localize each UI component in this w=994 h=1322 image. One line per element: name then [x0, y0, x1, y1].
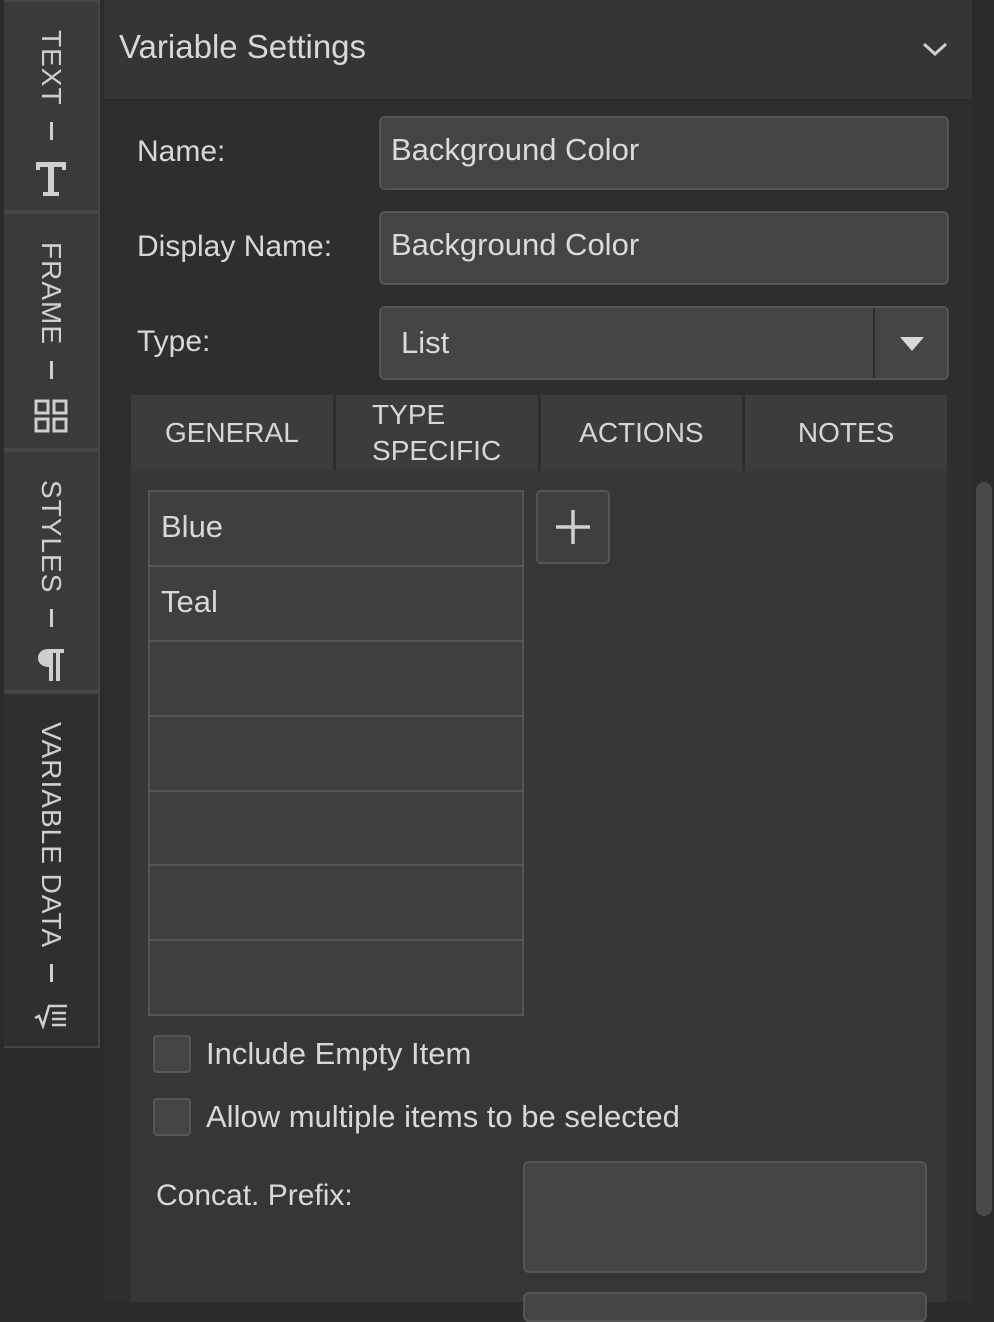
- side-tab-variable-data-label: VARIABLE DATA: [36, 722, 67, 949]
- type-label: Type:: [137, 325, 211, 358]
- text-icon: [34, 160, 68, 198]
- separator: [49, 964, 53, 983]
- side-tab-frame-label: FRAME: [36, 242, 67, 345]
- type-select[interactable]: List: [379, 306, 949, 380]
- concat-prefix-label: Concat. Prefix:: [156, 1179, 353, 1212]
- tab-type-specific-line2: SPECIFIC: [372, 435, 502, 466]
- variable-settings-header[interactable]: Variable Settings: [104, 0, 972, 100]
- list-item[interactable]: [150, 866, 522, 942]
- tab-general-label: GENERAL: [164, 417, 299, 448]
- add-item-button[interactable]: [536, 490, 610, 564]
- scrollbar-thumb[interactable]: [976, 482, 992, 1216]
- tab-actions[interactable]: ACTIONS: [541, 395, 746, 471]
- side-tab-text-label: TEXT: [36, 30, 67, 106]
- tab-type-specific[interactable]: TYPE SPECIFIC: [335, 395, 541, 471]
- separator: [49, 121, 53, 140]
- list-item[interactable]: [150, 717, 522, 792]
- type-specific-content: Blue Teal Include Empty Item Allow multi…: [131, 471, 947, 1322]
- separator: [49, 361, 53, 379]
- tab-notes[interactable]: NOTES: [745, 395, 947, 471]
- allow-multiple-label: Allow multiple items to be selected: [206, 1099, 680, 1134]
- name-field[interactable]: Background Color: [379, 116, 949, 190]
- list-items-box[interactable]: Blue Teal: [148, 490, 524, 1016]
- tab-notes-label: NOTES: [797, 417, 895, 448]
- formula-icon: [33, 1002, 69, 1030]
- panel-title: Variable Settings: [119, 28, 367, 65]
- next-field[interactable]: [523, 1292, 927, 1322]
- side-tab-strip: TEXT FRAME STYLES VARIABLE DATA: [0, 0, 104, 1302]
- side-tab-styles[interactable]: STYLES: [4, 450, 100, 692]
- side-tab-styles-label: STYLES: [36, 480, 67, 594]
- display-name-field[interactable]: Background Color: [379, 211, 949, 285]
- include-empty-item-checkbox[interactable]: [153, 1035, 191, 1073]
- allow-multiple-checkbox[interactable]: [153, 1098, 191, 1136]
- side-tab-text[interactable]: TEXT: [4, 0, 100, 212]
- side-tab-variable-data[interactable]: VARIABLE DATA: [4, 692, 100, 1048]
- select-divider: [873, 308, 875, 378]
- settings-tabs: GENERAL TYPE SPECIFIC ACTIONS NOTES: [131, 395, 947, 471]
- grid-icon: [34, 399, 68, 433]
- include-empty-item-label: Include Empty Item: [206, 1036, 472, 1071]
- concat-prefix-field[interactable]: [523, 1161, 927, 1273]
- list-item[interactable]: Teal: [150, 567, 522, 642]
- type-select-value: List: [401, 325, 450, 360]
- list-item[interactable]: [150, 792, 522, 867]
- variable-settings-panel: Name: Background Color Display Name: Bac…: [104, 100, 972, 1322]
- tab-actions-label: ACTIONS: [579, 417, 704, 448]
- include-empty-item-option[interactable]: Include Empty Item: [153, 1035, 471, 1073]
- tab-general[interactable]: GENERAL: [131, 395, 336, 471]
- tab-type-specific-label: TYPE SPECIFIC: [372, 397, 501, 469]
- caret-down-icon[interactable]: [899, 336, 925, 357]
- plus-icon: [556, 510, 590, 544]
- tab-type-specific-line1: TYPE: [372, 399, 446, 430]
- list-item[interactable]: [150, 941, 522, 1016]
- display-name-label: Display Name:: [137, 230, 333, 263]
- chevron-down-icon[interactable]: [920, 36, 950, 60]
- list-item[interactable]: [150, 642, 522, 717]
- name-label: Name:: [137, 135, 226, 168]
- pilcrow-icon: [36, 647, 66, 683]
- allow-multiple-option[interactable]: Allow multiple items to be selected: [153, 1098, 680, 1136]
- list-item[interactable]: Blue: [150, 492, 522, 567]
- separator: [49, 609, 53, 628]
- side-tab-frame[interactable]: FRAME: [4, 212, 100, 450]
